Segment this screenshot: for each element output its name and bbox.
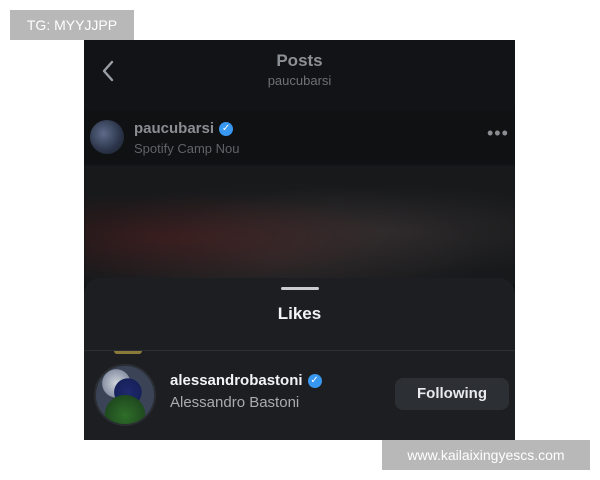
partial-avatar	[114, 351, 142, 354]
sheet-divider	[84, 350, 515, 351]
page-subtitle: paucubarsi	[267, 73, 332, 88]
watermark-bottom: www.kailaixingyescs.com	[382, 440, 590, 470]
like-user[interactable]: alessandrobastoni ✓	[170, 372, 322, 389]
post-author-avatar[interactable]	[90, 120, 124, 154]
post-location[interactable]: Spotify Camp Nou	[134, 141, 240, 156]
verified-badge-icon: ✓	[307, 373, 322, 388]
sheet-drag-handle[interactable]	[281, 287, 319, 290]
list-item[interactable]: alessandrobastoni ✓ Alessandro Bastoni F…	[84, 362, 515, 432]
likes-sheet: Likes alessandrobastoni ✓ Alessandro Bas…	[84, 278, 515, 440]
page-title: Posts	[276, 51, 323, 70]
post-author[interactable]: paucubarsi ✓	[134, 120, 234, 137]
verified-badge-icon: ✓	[219, 121, 234, 136]
post-author-username[interactable]: paucubarsi	[134, 120, 214, 137]
posts-header: Posts paucubarsi	[84, 40, 515, 110]
more-horizontal-icon[interactable]: •••	[487, 124, 509, 142]
like-username[interactable]: alessandrobastoni	[170, 372, 303, 389]
phone-screen: Posts paucubarsi paucubarsi ✓ Spotify Ca…	[84, 40, 515, 440]
following-button[interactable]: Following	[395, 378, 509, 410]
avatar[interactable]	[94, 364, 156, 426]
likes-title: Likes	[277, 304, 322, 323]
post-image	[84, 165, 515, 285]
watermark-top: TG: MYYJJPP	[10, 10, 134, 40]
like-full-name: Alessandro Bastoni	[170, 394, 300, 411]
